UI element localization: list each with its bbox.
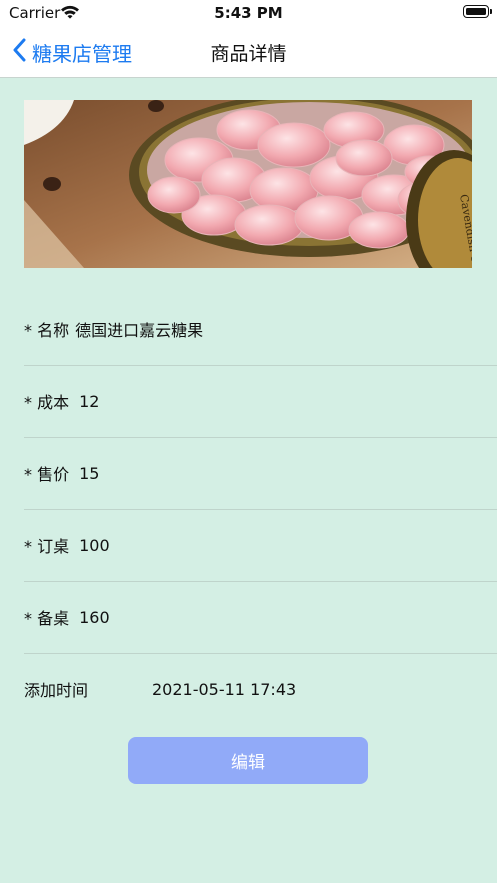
field-name-label: * 名称 [24,321,70,340]
field-cost-row: * 成本 12 [24,365,497,438]
added-time-label: 添加时间 [24,681,89,700]
field-ordered-label: * 订桌 [24,537,70,556]
field-ordered-value: 100 [79,535,110,555]
added-time-value: 2021-05-11 17:43 [152,679,297,699]
battery-icon [463,5,492,18]
edit-button[interactable]: 编辑 [128,737,368,784]
added-time-row: 添加时间 2021-05-11 17:43 [24,672,497,706]
field-ordered-row: * 订桌 100 [24,509,497,582]
field-reserved-value: 160 [79,607,110,627]
navigation-bar: 糖果店管理 商品详情 [0,26,497,78]
field-price-row: * 售价 15 [24,437,497,510]
status-time: 5:43 PM [214,4,283,22]
product-image: Cavendish & H [24,100,472,268]
field-cost-value: 12 [79,391,100,411]
field-price-label: * 售价 [24,465,70,484]
field-reserved-row: * 备桌 160 [24,581,497,654]
field-name-row: * 名称 德国进口嘉云糖果 [24,293,497,366]
page-title: 商品详情 [210,43,287,65]
field-price-value: 15 [79,463,100,483]
field-name-value: 德国进口嘉云糖果 [75,321,204,340]
status-bar: Carrier 5:43 PM [0,0,497,26]
field-reserved-label: * 备桌 [24,609,70,628]
field-cost-label: * 成本 [24,393,70,412]
